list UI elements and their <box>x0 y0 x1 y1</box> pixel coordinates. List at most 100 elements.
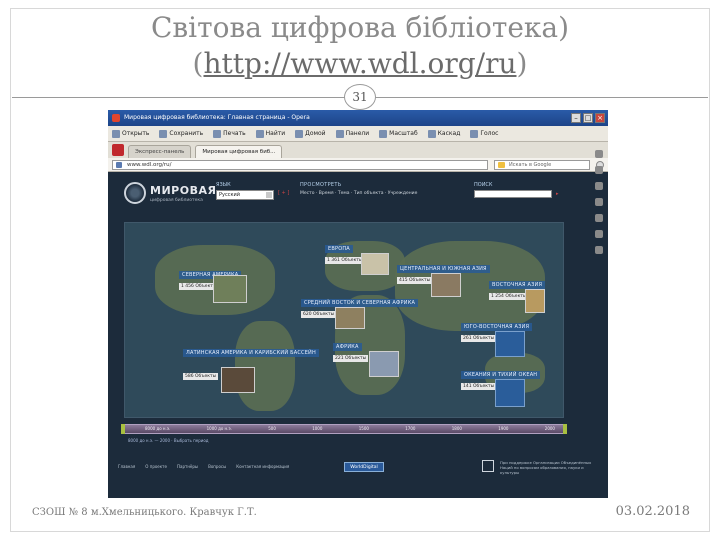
site-header: МИРОВАЯ цифровая библиотека ЯЗЫК Русский… <box>120 180 580 220</box>
title-paren-open: ( <box>192 47 204 80</box>
tab-speed-dial[interactable]: Экспресс-панель <box>128 145 192 158</box>
slide-title-line2: (http://www.wdl.org/ru) <box>0 46 720 82</box>
middle-east-thumbnail[interactable] <box>335 307 365 329</box>
toolbar-open-button[interactable]: Открыть <box>112 129 149 138</box>
wdl-page: МИРОВАЯ цифровая библиотека ЯЗЫК Русский… <box>108 172 608 498</box>
add-panel-icon[interactable] <box>595 246 603 254</box>
language-label: ЯЗЫК <box>216 182 231 188</box>
tab-wdl[interactable]: Мировая цифровая биб... <box>195 145 283 158</box>
region-africa-count[interactable]: 221 Объекты <box>333 355 369 362</box>
site-search-go-icon[interactable]: ▸ <box>556 191 559 197</box>
close-icon[interactable]: × <box>595 113 605 123</box>
minimize-icon[interactable]: – <box>571 113 581 123</box>
africa-thumbnail[interactable] <box>369 351 399 377</box>
window-controls: – □ × <box>571 113 605 123</box>
slide-footer-author: СЗОШ № 8 м.Хмельницького. Кравчук Г.Т. <box>32 507 257 518</box>
region-southeast-asia-count[interactable]: 261 Объекты <box>461 335 497 342</box>
find-icon <box>255 129 264 138</box>
slide-title-line1: Світова цифрова бібліотека) <box>150 11 570 44</box>
browser-tabbar: Экспресс-панель Мировая цифровая биб... <box>108 142 608 158</box>
oceania-box[interactable] <box>495 379 525 407</box>
slide-footer-date: 03.02.2018 <box>615 504 690 519</box>
browser-search-input[interactable]: Искать в Google <box>494 159 590 170</box>
opera-menu-icon[interactable] <box>112 144 124 156</box>
region-central-south-asia-count[interactable]: 415 Объекты <box>397 277 433 284</box>
print-icon <box>213 129 222 138</box>
toolbar-print-button[interactable]: Печать <box>213 129 246 138</box>
opera-logo-icon <box>112 114 120 122</box>
region-east-asia-count[interactable]: 1 254 Объекты <box>489 293 529 300</box>
footer-link-contact[interactable]: Контактная информация <box>236 464 289 469</box>
region-europe[interactable]: ЕВРОПА <box>325 245 353 253</box>
land-south-america <box>235 321 295 411</box>
panels-icon <box>335 129 344 138</box>
footer-badge[interactable]: WorldDigital <box>344 462 384 472</box>
toolbar-panels-button[interactable]: Панели <box>335 129 369 138</box>
title-url-link[interactable]: http://www.wdl.org/ru <box>203 47 516 80</box>
voice-icon <box>470 129 479 138</box>
maximize-icon[interactable]: □ <box>583 113 593 123</box>
folder-icon <box>112 129 120 138</box>
region-latin-america[interactable]: ЛАТИНСКАЯ АМЕРИКА И КАРИБСКИЙ БАССЕЙН <box>183 349 319 357</box>
slide-page-number: 31 <box>344 84 376 110</box>
opera-side-panel <box>592 150 606 290</box>
region-middle-east-count[interactable]: 620 Объекты <box>301 311 337 318</box>
timeline-left-handle[interactable] <box>121 424 125 434</box>
unesco-logo-icon[interactable] <box>482 460 494 472</box>
cascade-icon <box>427 129 436 138</box>
region-east-asia[interactable]: ВОСТОЧНАЯ АЗИЯ <box>489 281 546 289</box>
region-southeast-asia[interactable]: ЮГО-ВОСТОЧНАЯ АЗИЯ <box>461 323 533 331</box>
site-search-label: ПОИСК <box>474 182 493 188</box>
site-subtitle: цифровая библиотека <box>150 198 203 203</box>
east-asia-thumbnail[interactable] <box>525 289 545 313</box>
world-map[interactable]: ЕВРОПА 1 361 Объекты СЕВЕРНАЯ АМЕРИКА 1 … <box>124 222 564 418</box>
timeline-slider[interactable]: 8000 до н.э. 1000 до н.э. 500 1000 1500 … <box>121 424 567 434</box>
footer-link-home[interactable]: Главная <box>118 464 135 469</box>
southeast-asia-box[interactable] <box>495 331 525 357</box>
history-icon[interactable] <box>595 230 603 238</box>
toolbar-find-button[interactable]: Найти <box>255 129 285 138</box>
region-europe-count[interactable]: 1 361 Объекты <box>325 257 365 264</box>
timeline-subtitle[interactable]: 8000 до н.э. — 2000 · Выбрать период <box>128 438 209 443</box>
region-africa[interactable]: АФРИКА <box>333 343 362 351</box>
save-icon <box>159 129 168 138</box>
region-middle-east[interactable]: СРЕДНИЙ ВОСТОК И СЕВЕРНАЯ АФРИКА <box>301 299 419 307</box>
language-select[interactable]: Русский <box>216 190 274 200</box>
url-input[interactable]: www.wdl.org/ru/ <box>112 159 488 170</box>
toolbar-voice-button[interactable]: Голос <box>470 129 498 138</box>
share-icon[interactable] <box>595 198 603 206</box>
latin-america-thumbnail[interactable] <box>221 367 255 393</box>
toolbar-cascade-button[interactable]: Каскад <box>427 129 460 138</box>
footer-unesco-text: При поддержке Организации Объединённых Н… <box>500 460 592 475</box>
site-name: МИРОВАЯ <box>150 184 217 197</box>
zoom-icon <box>379 129 388 138</box>
mail-icon[interactable] <box>595 166 603 174</box>
timeline-years: 8000 до н.э. 1000 до н.э. 500 1000 1500 … <box>145 426 555 431</box>
wdl-globe-logo-icon[interactable] <box>124 182 146 204</box>
settings-icon[interactable] <box>595 182 603 190</box>
downloads-icon[interactable] <box>595 214 603 222</box>
toolbar-zoom-button[interactable]: Масштаб <box>379 129 418 138</box>
region-central-south-asia[interactable]: ЦЕНТРАЛЬНАЯ И ЮЖНАЯ АЗИЯ <box>397 265 490 273</box>
browse-links[interactable]: Место · Время · Тема · Тип объекта · Учр… <box>300 191 417 196</box>
window-title: Мировая цифровая библиотека: Главная стр… <box>124 114 310 121</box>
central-asia-thumbnail[interactable] <box>431 273 461 297</box>
slide-title: Світова цифрова бібліотека) (http://www.… <box>0 10 720 82</box>
site-search-input[interactable] <box>474 190 552 198</box>
timeline-right-handle[interactable] <box>563 424 567 434</box>
region-oceania[interactable]: ОКЕАНИЯ И ТИХИЙ ОКЕАН <box>461 371 541 379</box>
europe-thumbnail[interactable] <box>361 253 389 275</box>
footer-link-partners[interactable]: Партнёры <box>177 464 198 469</box>
region-latin-america-count[interactable]: 586 Объекты <box>183 373 219 380</box>
footer-link-faq[interactable]: Вопросы <box>208 464 226 469</box>
footer-link-about[interactable]: О проекте <box>145 464 167 469</box>
site-footer-links: Главная О проекте Партнёры Вопросы Конта… <box>118 464 289 469</box>
region-oceania-count[interactable]: 141 Объекты <box>461 383 497 390</box>
north-america-thumbnail[interactable] <box>213 275 247 303</box>
toolbar-home-button[interactable]: Домой <box>295 129 326 138</box>
browser-titlebar: Мировая цифровая библиотека: Главная стр… <box>108 110 608 126</box>
language-more-link[interactable]: [ + ] <box>278 190 289 196</box>
bookmarks-icon[interactable] <box>595 150 603 158</box>
title-paren-close: ) <box>516 47 528 80</box>
toolbar-save-button[interactable]: Сохранить <box>159 129 203 138</box>
